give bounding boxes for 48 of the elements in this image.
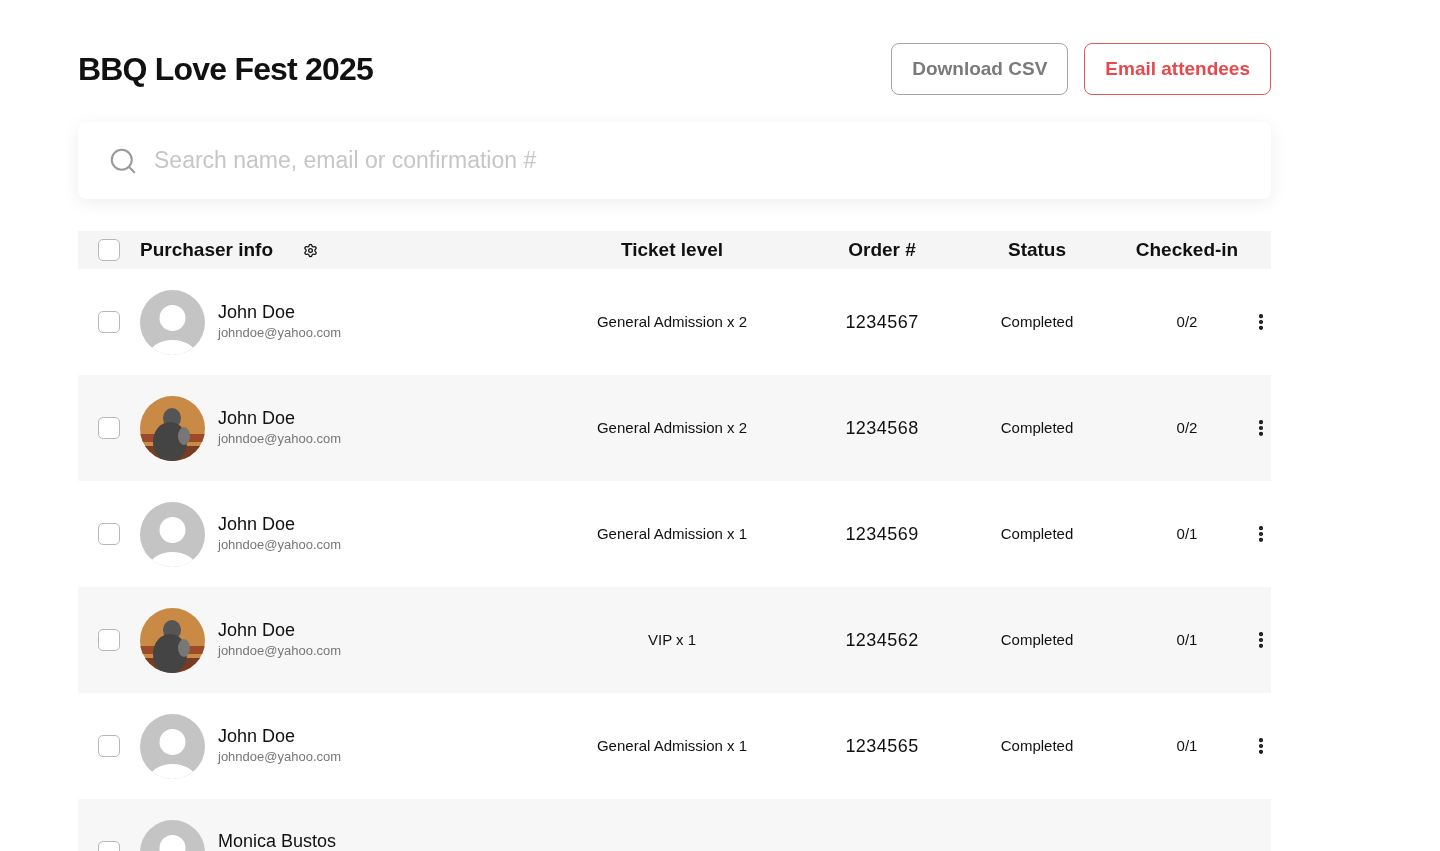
purchaser-name: John Doe [218,619,297,642]
checked-in-count: 0/1 [1176,735,1198,756]
search-field[interactable]: Search name, email or confirmation # [78,122,1271,199]
checked-in-count: 0/2 [1176,417,1198,438]
order-number: 1234562 [845,628,919,652]
column-header: Checked-in [1135,237,1239,262]
order-number: 1234567 [845,310,919,334]
purchaser-name: John Doe [218,725,297,748]
ticket-level: General Admission x 2 [596,311,748,332]
column-header: Purchaser info [140,237,274,262]
column-header: Status [1007,237,1067,262]
purchaser-email: johndoe@yahoo.com [218,536,342,555]
checkbox[interactable] [98,417,120,439]
order-status: Completed [1000,629,1074,650]
order-status: Completed [1000,735,1074,756]
purchaser-email: johndoe@yahoo.com [218,642,342,661]
ticket-level: General Admission x 1 [596,523,748,544]
checked-in-count: 0/1 [1176,523,1198,544]
purchaser-email: johndoe@yahoo.com [218,324,342,343]
order-number: 1234569 [845,522,919,546]
purchaser-name: Monica Bustos [218,830,337,851]
checkbox[interactable] [98,523,120,545]
ticket-level: VIP x 1 [647,629,697,650]
order-number: 1234565 [845,734,919,758]
ticket-level: General Admission x 2 [596,417,748,438]
email-button[interactable]: Email attendees [1084,43,1271,95]
order-number: 1234568 [845,416,919,440]
download-button[interactable]: Download CSV [891,43,1069,95]
purchaser-name: John Doe [218,513,297,536]
purchaser-email: johndoe@yahoo.com [218,430,342,449]
order-status: Completed [1000,311,1074,332]
settings-icon[interactable] [303,242,319,258]
checkbox[interactable] [98,735,120,757]
page-title: BBQ Love Fest 2025 [78,50,374,89]
purchaser-email: johndoe@yahoo.com [218,748,342,767]
order-status: Completed [1000,523,1074,544]
order-status: Completed [1000,417,1074,438]
checked-in-count: 0/1 [1176,629,1198,650]
ticket-level: General Admission x 1 [596,735,748,756]
purchaser-name: John Doe [218,407,297,430]
column-header: Order # [848,237,916,262]
checked-in-count: 0/2 [1176,311,1198,332]
column-header: Ticket level [620,237,724,262]
purchaser-name: John Doe [218,301,297,324]
checkbox[interactable] [98,629,120,651]
checkbox[interactable] [98,311,120,333]
checkbox[interactable] [98,239,120,261]
search-input[interactable]: Search name, email or confirmation # [154,143,1241,178]
